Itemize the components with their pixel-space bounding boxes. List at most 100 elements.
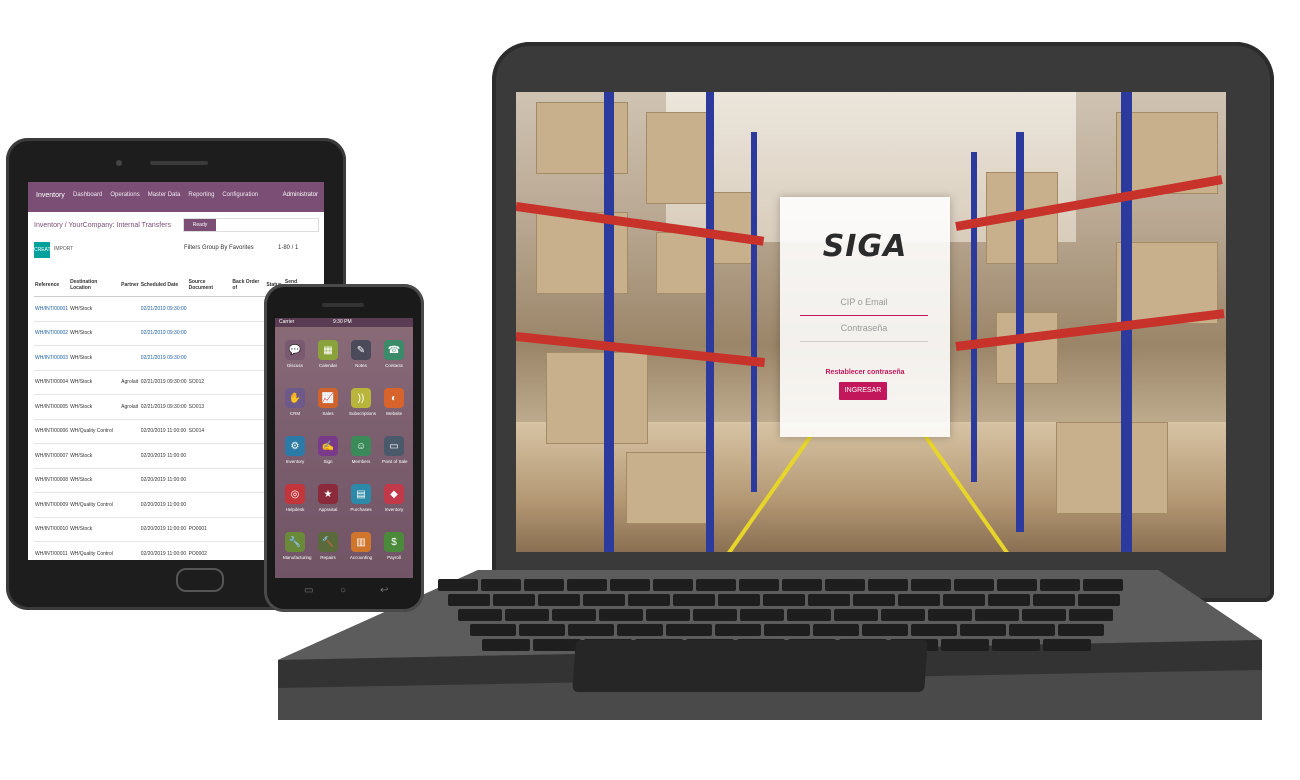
- keyboard-key[interactable]: [960, 624, 1006, 636]
- keyboard-key[interactable]: [813, 624, 859, 636]
- keyboard-key[interactable]: [1040, 579, 1080, 591]
- keyboard-key[interactable]: [739, 579, 779, 591]
- keyboard-key[interactable]: [538, 594, 580, 606]
- back-icon[interactable]: ↩: [380, 585, 388, 596]
- keyboard-key[interactable]: [617, 624, 663, 636]
- keyboard-key[interactable]: [954, 579, 994, 591]
- app-tile[interactable]: ◐ Website: [382, 388, 406, 416]
- column-header[interactable]: Reference: [34, 274, 70, 297]
- keyboard-key[interactable]: [458, 609, 502, 621]
- keyboard-key[interactable]: [628, 594, 670, 606]
- keyboard-key[interactable]: [997, 579, 1037, 591]
- keyboard-key[interactable]: [552, 609, 596, 621]
- app-tile[interactable]: ⚙ Inventory: [283, 436, 307, 464]
- keyboard-key[interactable]: [1058, 624, 1104, 636]
- app-tile[interactable]: ✎ Notes: [349, 340, 373, 368]
- column-header[interactable]: Destination Location: [69, 274, 121, 297]
- keyboard-key[interactable]: [653, 579, 693, 591]
- keyboard-key[interactable]: [988, 594, 1030, 606]
- column-header[interactable]: Partner: [120, 274, 140, 297]
- app-tile[interactable]: ✍ Sign: [316, 436, 340, 464]
- keyboard-key[interactable]: [975, 609, 1019, 621]
- app-tile[interactable]: ◎ Helpdesk: [283, 484, 307, 512]
- keyboard-key[interactable]: [1078, 594, 1120, 606]
- search-facet[interactable]: Ready: [184, 219, 216, 231]
- keyboard-key[interactable]: [448, 594, 490, 606]
- keyboard-key[interactable]: [853, 594, 895, 606]
- keyboard-key[interactable]: [482, 639, 530, 651]
- app-tile[interactable]: $ Payroll: [382, 532, 406, 560]
- menu-item-operations[interactable]: Operations: [110, 192, 139, 198]
- app-tile[interactable]: ✋ CRM: [283, 388, 307, 416]
- keyboard-key[interactable]: [740, 609, 784, 621]
- keyboard-key[interactable]: [438, 579, 478, 591]
- keyboard-key[interactable]: [519, 624, 565, 636]
- column-header[interactable]: Source Document: [187, 274, 232, 297]
- keyboard-key[interactable]: [862, 624, 908, 636]
- pager[interactable]: 1-80 / 1: [278, 245, 298, 251]
- keyboard-key[interactable]: [911, 579, 951, 591]
- keyboard-key[interactable]: [696, 579, 736, 591]
- app-tile[interactable]: 🔨 Repairs: [316, 532, 340, 560]
- keyboard-key[interactable]: [941, 639, 989, 651]
- keyboard-key[interactable]: [1033, 594, 1075, 606]
- keyboard-key[interactable]: [782, 579, 822, 591]
- search-input[interactable]: Ready: [183, 218, 319, 232]
- keyboard-key[interactable]: [763, 594, 805, 606]
- app-tile[interactable]: )) Subscriptions: [349, 388, 376, 416]
- login-button[interactable]: INGRESAR: [839, 382, 887, 400]
- email-field[interactable]: CIP o Email: [800, 297, 928, 316]
- keyboard-key[interactable]: [493, 594, 535, 606]
- keyboard-key[interactable]: [1083, 579, 1123, 591]
- app-tile[interactable]: 💬 Discuss: [283, 340, 307, 368]
- keyboard-key[interactable]: [583, 594, 625, 606]
- keyboard-key[interactable]: [1022, 609, 1066, 621]
- keyboard-key[interactable]: [787, 609, 831, 621]
- app-tile[interactable]: ▤ Purchases: [349, 484, 373, 512]
- keyboard-key[interactable]: [764, 624, 810, 636]
- keyboard-key[interactable]: [470, 624, 516, 636]
- keyboard-key[interactable]: [673, 594, 715, 606]
- keyboard-key[interactable]: [1069, 609, 1113, 621]
- keyboard-key[interactable]: [693, 609, 737, 621]
- app-tile[interactable]: ▦ Calendar: [316, 340, 340, 368]
- filters-bar[interactable]: Filters Group By Favorites: [184, 245, 254, 251]
- keyboard-key[interactable]: [1009, 624, 1055, 636]
- keyboard-key[interactable]: [928, 609, 972, 621]
- keyboard-key[interactable]: [715, 624, 761, 636]
- keyboard-key[interactable]: [481, 579, 521, 591]
- keyboard-key[interactable]: [568, 624, 614, 636]
- column-header[interactable]: Scheduled Date: [139, 274, 188, 297]
- keyboard-key[interactable]: [646, 609, 690, 621]
- menu-item-dashboard[interactable]: Dashboard: [73, 192, 102, 198]
- menu-item-configuration[interactable]: Configuration: [222, 192, 258, 198]
- keyboard-key[interactable]: [533, 639, 581, 651]
- home-icon[interactable]: ○: [340, 585, 346, 596]
- breadcrumb[interactable]: Inventory / YourCompany: Internal Transf…: [34, 222, 171, 229]
- app-tile[interactable]: ☺ Members: [349, 436, 373, 464]
- create-button[interactable]: CREATE: [34, 242, 54, 258]
- touchpad[interactable]: [572, 640, 928, 692]
- keyboard-key[interactable]: [718, 594, 760, 606]
- keyboard-key[interactable]: [599, 609, 643, 621]
- keyboard-key[interactable]: [808, 594, 850, 606]
- app-tile[interactable]: 📈 Sales: [316, 388, 340, 416]
- keyboard-key[interactable]: [666, 624, 712, 636]
- menu-item-master-data[interactable]: Master Data: [148, 192, 181, 198]
- keyboard-key[interactable]: [881, 609, 925, 621]
- column-header[interactable]: Back Order of: [231, 274, 266, 297]
- password-field[interactable]: Contraseña: [800, 323, 928, 342]
- keyboard-key[interactable]: [567, 579, 607, 591]
- app-tile[interactable]: 🔧 Manufacturing: [283, 532, 312, 560]
- reset-password-link[interactable]: Restablecer contraseña: [780, 369, 950, 376]
- user-menu[interactable]: Administrator: [283, 192, 318, 198]
- tablet-home-button[interactable]: [176, 568, 224, 592]
- app-tile[interactable]: ☎ Contacts: [382, 340, 406, 368]
- keyboard-key[interactable]: [911, 624, 957, 636]
- keyboard-key[interactable]: [898, 594, 940, 606]
- recent-apps-icon[interactable]: ▭: [304, 585, 313, 596]
- app-tile[interactable]: ★ Appraisal: [316, 484, 340, 512]
- keyboard-key[interactable]: [868, 579, 908, 591]
- keyboard-key[interactable]: [610, 579, 650, 591]
- app-tile[interactable]: ▥ Accounting: [349, 532, 373, 560]
